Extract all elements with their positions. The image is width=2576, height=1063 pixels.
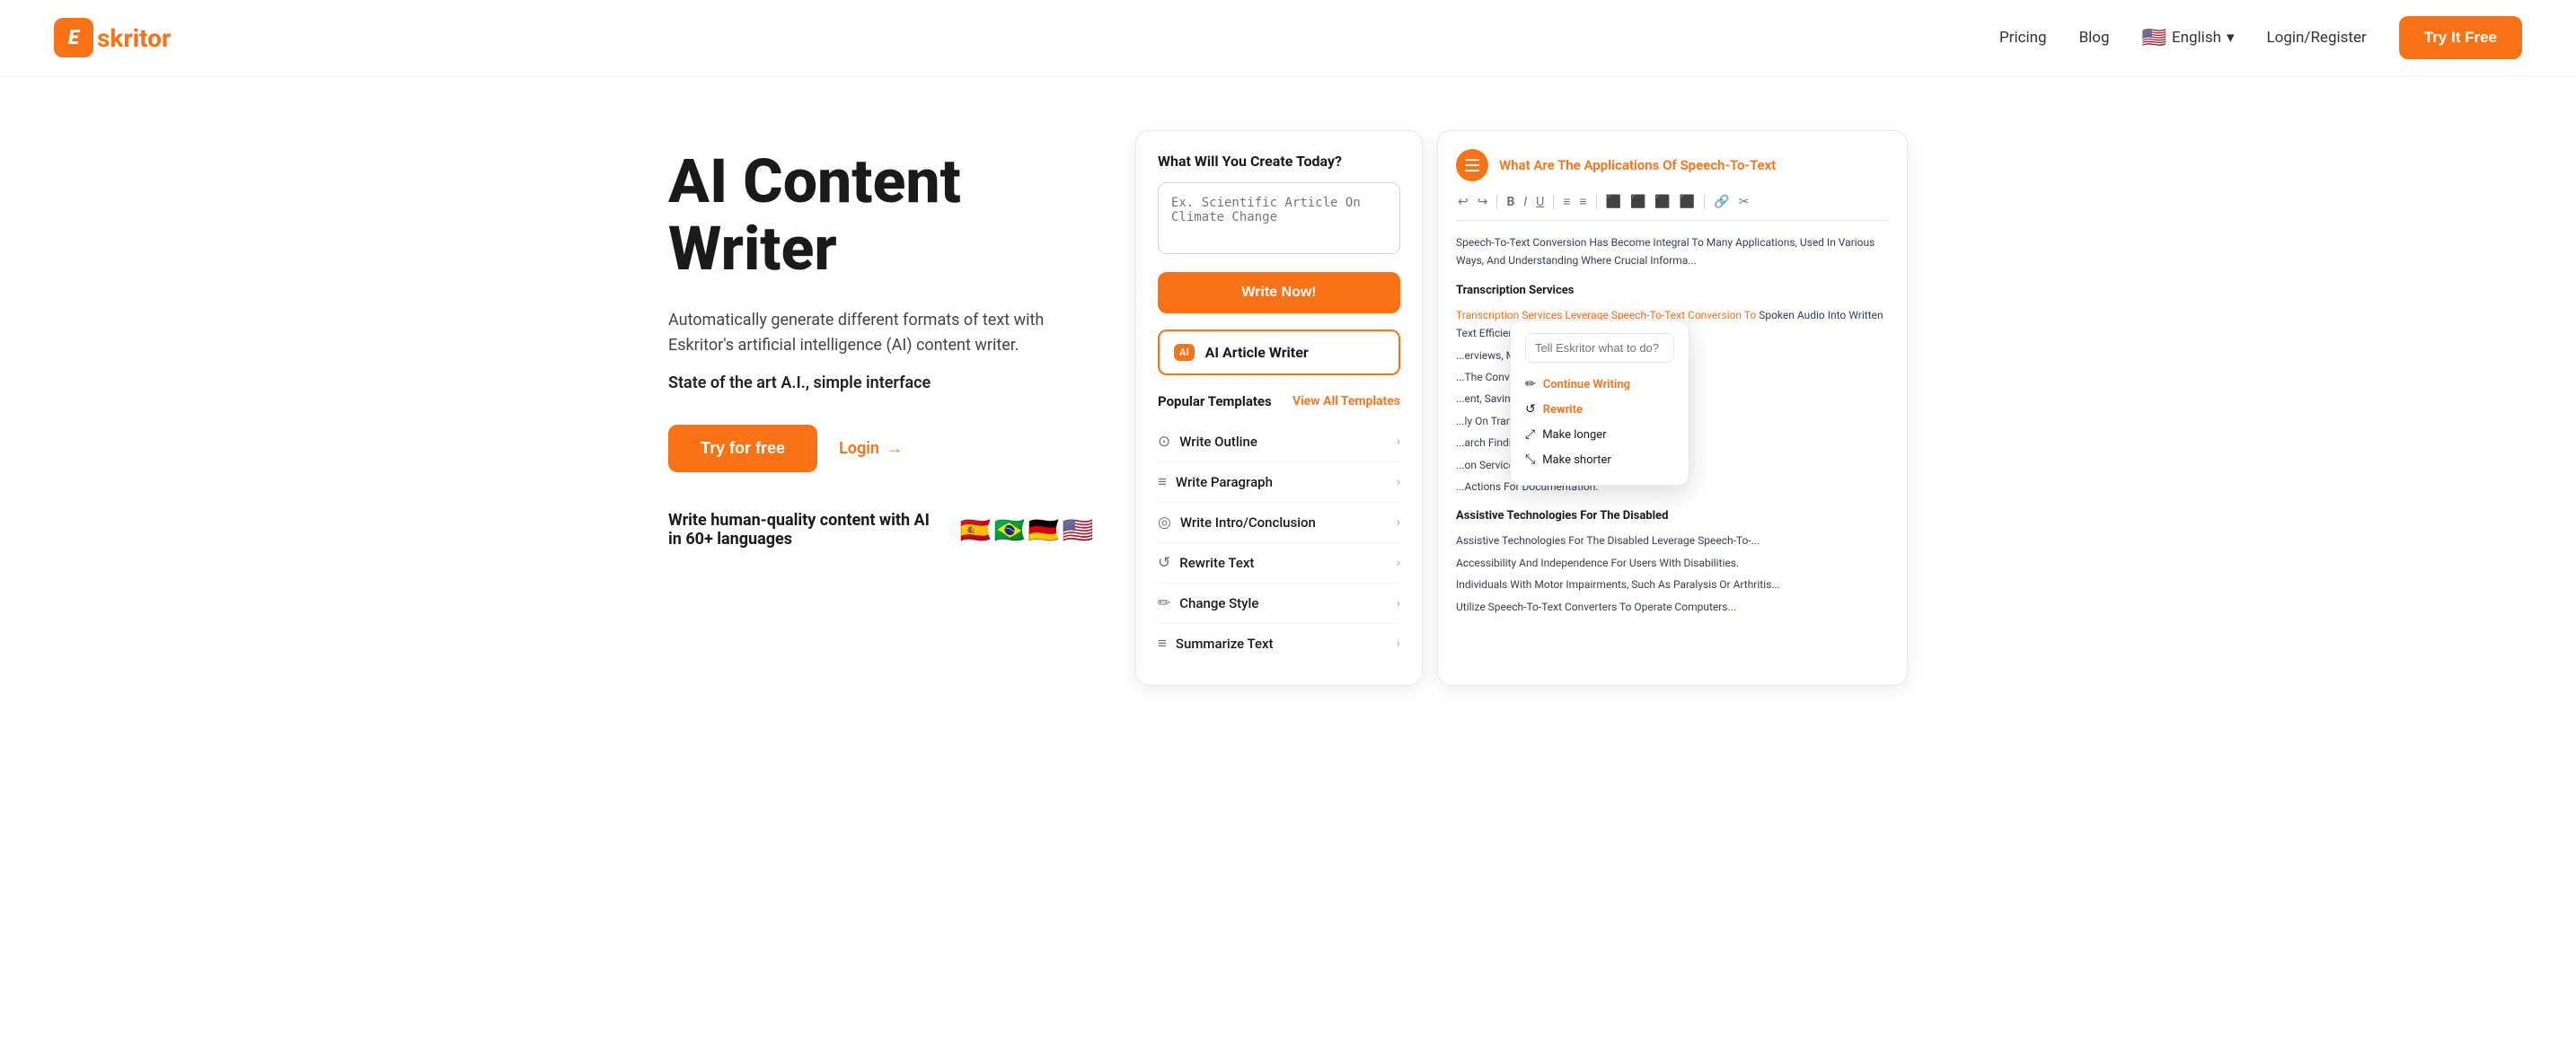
chevron-down-icon: ▾ xyxy=(2227,29,2235,47)
doc-header: What Are The Applications Of Speech-To-T… xyxy=(1456,149,1889,181)
continue-icon: ✏ xyxy=(1525,377,1536,391)
underline-icon[interactable]: U xyxy=(1534,193,1546,211)
hero-actions: Try for free Login → xyxy=(668,425,1099,472)
view-all-link[interactable]: View All Templates xyxy=(1292,394,1400,409)
flag-group: 🇪🇸 🇧🇷 🇩🇪 🇺🇸 xyxy=(954,508,1099,551)
nav-blog[interactable]: Blog xyxy=(2079,29,2110,47)
tooltip-rewrite[interactable]: ↺ Rewrite xyxy=(1525,397,1674,422)
redo-icon[interactable]: ↪ xyxy=(1476,193,1490,211)
rewrite-icon: ↺ xyxy=(1158,554,1170,572)
tooltip-shorter[interactable]: ⤡ Make shorter xyxy=(1525,447,1674,472)
link-icon[interactable]: 🔗 xyxy=(1712,193,1731,211)
document-panel: What Are The Applications Of Speech-To-T… xyxy=(1437,130,1908,686)
doc-title: What Are The Applications Of Speech-To-T… xyxy=(1499,157,1776,173)
summarize-icon: ≡ xyxy=(1158,635,1167,653)
nav-login[interactable]: Login/Register xyxy=(2267,29,2367,47)
chevron-right-icon: › xyxy=(1397,435,1400,449)
popular-header: Popular Templates View All Templates xyxy=(1158,393,1400,409)
hero-tagline: State of the art A.I., simple interface xyxy=(668,373,1099,392)
outline-icon: ⊙ xyxy=(1158,433,1170,451)
paragraph-label: Write Paragraph xyxy=(1176,474,1273,490)
undo-icon[interactable]: ↩ xyxy=(1456,193,1470,211)
ai-article-label: AI Article Writer xyxy=(1205,344,1309,361)
chevron-right-icon: › xyxy=(1397,556,1400,570)
popular-title: Popular Templates xyxy=(1158,393,1272,409)
navbar: E skritor Pricing Blog 🇺🇸 English ▾ Logi… xyxy=(0,0,2576,76)
nav-language[interactable]: 🇺🇸 English ▾ xyxy=(2142,27,2235,49)
ai-article-card[interactable]: AI AI Article Writer xyxy=(1158,329,1400,375)
us-flag-icon: 🇺🇸 xyxy=(2142,27,2166,49)
hero-title: AI Content Writer xyxy=(668,148,1099,283)
template-paragraph[interactable]: ≡ Write Paragraph › xyxy=(1158,462,1400,503)
rewrite-label: Rewrite Text xyxy=(1179,555,1254,571)
align-justify-icon[interactable]: ⬛ xyxy=(1678,193,1697,211)
create-panel: What Will You Create Today? Write Now! A… xyxy=(1135,130,1423,686)
template-rewrite[interactable]: ↺ Rewrite Text › xyxy=(1158,543,1400,584)
summarize-label: Summarize Text xyxy=(1176,636,1274,652)
arrow-icon: → xyxy=(887,439,903,458)
list-ul-icon[interactable]: ≡ xyxy=(1577,192,1588,211)
doc-section3-title: Assistive Technologies For The Disabled xyxy=(1456,506,1889,526)
doc-s3-l4: Utilize Speech-To-Text Converters To Ope… xyxy=(1456,598,1889,616)
tooltip-longer[interactable]: ⤢ Make longer xyxy=(1525,422,1674,447)
doc-toolbar: ↩ ↪ B I U ≡ ≡ ⬛ ⬛ ⬛ ⬛ 🔗 ✂ xyxy=(1456,192,1889,221)
write-now-button[interactable]: Write Now! xyxy=(1158,272,1400,313)
logo-text: skritor xyxy=(97,23,171,53)
doc-s3-l1: Assistive Technologies For The Disabled … xyxy=(1456,532,1889,549)
template-intro[interactable]: ◎ Write Intro/Conclusion › xyxy=(1158,503,1400,543)
align-left-icon[interactable]: ⬛ xyxy=(1604,193,1623,211)
outline-label: Write Outline xyxy=(1179,434,1257,450)
doc-s3-l3: Individuals With Motor Impairments, Such… xyxy=(1456,575,1889,593)
rewrite-icon2: ↺ xyxy=(1525,402,1536,417)
unlink-icon[interactable]: ✂ xyxy=(1737,193,1751,211)
template-list: ⊙ Write Outline › ≡ Write Paragraph › ◎ xyxy=(1158,422,1400,663)
create-input[interactable] xyxy=(1158,182,1400,254)
ai-tooltip: ✏ Continue Writing ↺ Rewrite ⤢ Make long… xyxy=(1510,320,1689,486)
hero-try-button[interactable]: Try for free xyxy=(668,425,817,472)
create-panel-title: What Will You Create Today? xyxy=(1158,153,1400,170)
template-outline[interactable]: ⊙ Write Outline › xyxy=(1158,422,1400,462)
hero-subtitle1: Automatically generate different formats… xyxy=(668,308,1063,360)
style-icon: ✏ xyxy=(1158,594,1170,612)
intro-label: Write Intro/Conclusion xyxy=(1180,514,1316,531)
hero-left: AI Content Writer Automatically generate… xyxy=(668,130,1099,551)
hero-languages: Write human-quality content with AI in 6… xyxy=(668,508,1099,551)
chevron-right-icon: › xyxy=(1397,515,1400,530)
language-label: English xyxy=(2172,29,2221,47)
align-center-icon[interactable]: ⬛ xyxy=(1628,193,1647,211)
logo-icon: E xyxy=(54,18,93,57)
bold-icon[interactable]: B xyxy=(1504,193,1516,211)
logo[interactable]: E skritor xyxy=(54,18,171,57)
doc-section1-title: Transcription Services xyxy=(1456,281,1889,301)
template-style[interactable]: ✏ Change Style › xyxy=(1158,584,1400,624)
menu-icon xyxy=(1456,149,1488,181)
doc-s3-l2: Accessibility And Independence For Users… xyxy=(1456,554,1889,572)
hero-login-link[interactable]: Login → xyxy=(839,439,903,458)
chevron-right-icon: › xyxy=(1397,475,1400,489)
italic-icon[interactable]: I xyxy=(1522,193,1529,211)
hero-right: What Will You Create Today? Write Now! A… xyxy=(1135,130,1908,686)
languages-text: Write human-quality content with AI in 6… xyxy=(668,511,940,549)
ai-badge: AI xyxy=(1174,344,1195,361)
doc-intro: Speech-To-Text Conversion Has Become Int… xyxy=(1456,233,1889,270)
shorter-icon: ⤡ xyxy=(1525,452,1535,467)
template-summarize[interactable]: ≡ Summarize Text › xyxy=(1158,624,1400,663)
longer-icon: ⤢ xyxy=(1525,427,1535,442)
nav-pricing[interactable]: Pricing xyxy=(1999,29,2047,47)
paragraph-icon: ≡ xyxy=(1158,473,1167,491)
chevron-right-icon: › xyxy=(1397,596,1400,611)
chevron-right-icon: › xyxy=(1397,637,1400,651)
list-ol-icon[interactable]: ≡ xyxy=(1561,192,1572,211)
intro-icon: ◎ xyxy=(1158,514,1171,532)
tooltip-continue[interactable]: ✏ Continue Writing xyxy=(1525,372,1674,397)
nav-try-button[interactable]: Try It Free xyxy=(2399,16,2522,59)
hero-section: AI Content Writer Automatically generate… xyxy=(614,76,1962,722)
nav-links: Pricing Blog 🇺🇸 English ▾ Login/Register… xyxy=(1999,16,2522,59)
flag-us: 🇺🇸 xyxy=(1056,508,1099,551)
align-right-icon[interactable]: ⬛ xyxy=(1653,193,1672,211)
tooltip-input[interactable] xyxy=(1525,333,1674,363)
style-label: Change Style xyxy=(1179,595,1258,611)
